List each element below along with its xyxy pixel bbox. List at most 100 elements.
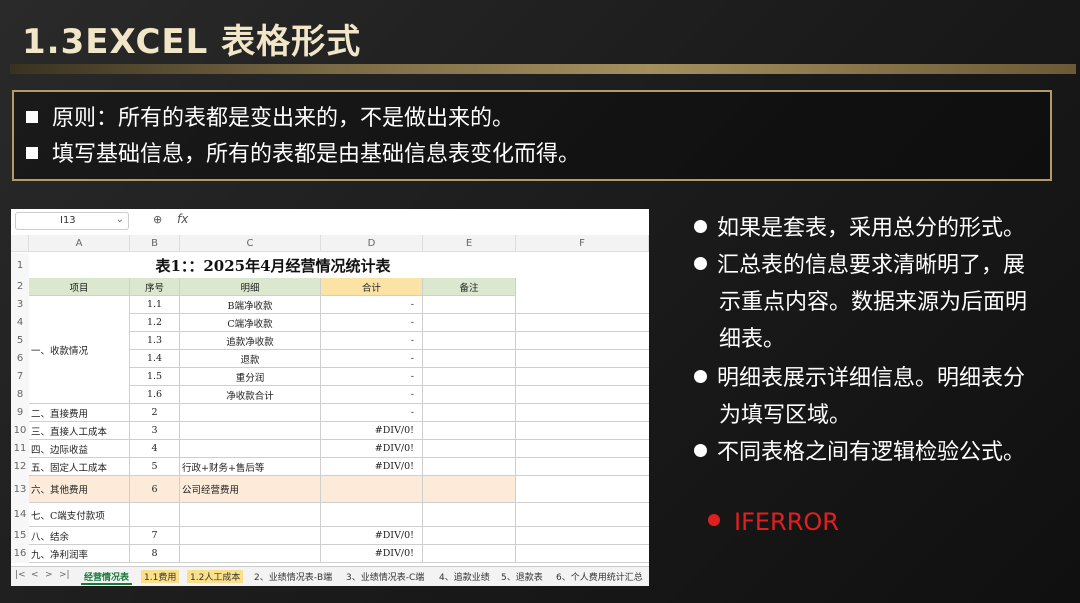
table-cell[interactable]	[423, 527, 516, 545]
table-cell[interactable]: -	[321, 296, 423, 314]
table-cell[interactable]: 二、直接费用	[29, 404, 130, 422]
table-cell[interactable]	[516, 458, 649, 476]
column-header[interactable]: B	[130, 235, 180, 252]
tab-sheet[interactable]: 经营情况表	[81, 570, 133, 585]
table-cell[interactable]	[516, 296, 649, 314]
table-cell[interactable]: -	[321, 368, 423, 386]
table-cell[interactable]: 六、其他费用	[29, 476, 130, 503]
table-cell[interactable]	[321, 476, 423, 503]
column-header[interactable]: A	[29, 235, 130, 252]
table-cell[interactable]	[423, 545, 516, 563]
zoom-icon[interactable]: ⊕	[153, 213, 162, 226]
table-cell[interactable]	[516, 503, 649, 527]
table-cell[interactable]: B端净收款	[180, 296, 321, 314]
table-cell[interactable]	[516, 440, 649, 458]
table-cell[interactable]	[423, 503, 516, 527]
row-number[interactable]: 12	[11, 458, 29, 476]
table-cell[interactable]	[516, 527, 649, 545]
tab-sheet[interactable]: 2、业绩情况表-B端	[251, 570, 335, 583]
tab-sheet[interactable]: 4、追款业绩	[436, 570, 493, 583]
table-cell[interactable]	[423, 368, 516, 386]
table-cell[interactable]: C端净收款	[180, 314, 321, 332]
table-cell[interactable]	[180, 527, 321, 545]
prev-sheet-icon[interactable]: <	[31, 570, 39, 580]
table-cell[interactable]	[423, 476, 516, 503]
row-number[interactable]: 3	[11, 296, 29, 314]
table-cell[interactable]: #DIV/0!	[321, 440, 423, 458]
tab-sheet[interactable]: 1.1费用	[141, 570, 180, 583]
table-cell[interactable]: 5	[130, 458, 180, 476]
table-cell[interactable]	[516, 422, 649, 440]
row-number[interactable]: 1	[11, 253, 29, 278]
row-number[interactable]: 10	[11, 422, 29, 440]
table-cell[interactable]: -	[321, 332, 423, 350]
column-header[interactable]: E	[423, 235, 516, 252]
table-cell[interactable]: 行政+财务+售后等	[180, 458, 321, 476]
table-cell[interactable]: 2	[130, 404, 180, 422]
row-number[interactable]: 14	[11, 503, 29, 527]
table-cell[interactable]	[516, 314, 649, 332]
table-cell[interactable]: 4	[130, 440, 180, 458]
table-cell[interactable]	[423, 458, 516, 476]
table-cell[interactable]: 6	[130, 476, 180, 503]
table-cell[interactable]: -	[321, 386, 423, 404]
next-sheet-icon[interactable]: >	[45, 570, 53, 580]
table-cell[interactable]: 七、C端支付款项	[29, 503, 130, 527]
table-cell[interactable]	[423, 422, 516, 440]
header-cell[interactable]: 合计	[321, 278, 423, 296]
table-cell[interactable]: 3	[130, 422, 180, 440]
table-cell[interactable]: 九、净利润率	[29, 545, 130, 563]
table-cell[interactable]: 1.6	[130, 386, 180, 404]
table-cell[interactable]	[180, 545, 321, 563]
first-sheet-icon[interactable]: |<	[15, 570, 26, 580]
table-cell[interactable]	[423, 332, 516, 350]
header-cell[interactable]: 明细	[180, 278, 321, 296]
table-cell[interactable]: 净收款合计	[180, 386, 321, 404]
table-cell[interactable]	[180, 422, 321, 440]
table-cell[interactable]	[423, 314, 516, 332]
table-cell[interactable]	[516, 404, 649, 422]
table-cell[interactable]	[516, 386, 649, 404]
table-cell[interactable]	[423, 350, 516, 368]
chevron-down-icon[interactable]: ⌄	[116, 214, 124, 225]
tab-sheet[interactable]: 5、退款表	[498, 570, 546, 583]
table-cell[interactable]: #DIV/0!	[321, 422, 423, 440]
table-cell[interactable]: 1.3	[130, 332, 180, 350]
table-cell[interactable]	[423, 296, 516, 314]
header-cell[interactable]: 备注	[423, 278, 516, 296]
last-sheet-icon[interactable]: >|	[59, 570, 70, 580]
table-cell[interactable]: 四、边际收益	[29, 440, 130, 458]
table-cell[interactable]	[516, 368, 649, 386]
table-cell[interactable]: #DIV/0!	[321, 458, 423, 476]
table-cell[interactable]	[321, 503, 423, 527]
header-cell[interactable]: 序号	[130, 278, 180, 296]
table-cell[interactable]: 1.4	[130, 350, 180, 368]
table-cell[interactable]	[516, 476, 649, 503]
table-cell[interactable]: 五、固定人工成本	[29, 458, 130, 476]
table-cell[interactable]: 重分润	[180, 368, 321, 386]
column-header[interactable]: F	[516, 235, 649, 252]
table-cell[interactable]	[180, 440, 321, 458]
table-cell[interactable]: 公司经营费用	[180, 476, 321, 503]
table-cell[interactable]	[180, 503, 321, 527]
column-header[interactable]: C	[180, 235, 321, 252]
column-header[interactable]: D	[321, 235, 423, 252]
table-cell[interactable]	[423, 440, 516, 458]
table-cell[interactable]: 7	[130, 527, 180, 545]
table-cell[interactable]: 1.2	[130, 314, 180, 332]
group-cell[interactable]: 一、收款情况	[29, 296, 130, 404]
table-cell[interactable]: -	[321, 404, 423, 422]
table-cell[interactable]: -	[321, 314, 423, 332]
row-number[interactable]: 7	[11, 368, 29, 386]
cell-reference-box[interactable]: I13 ⌄	[15, 212, 129, 230]
row-number[interactable]: 13	[11, 476, 29, 503]
row-number[interactable]: 9	[11, 404, 29, 422]
table-cell[interactable]: #DIV/0!	[321, 545, 423, 563]
table-cell[interactable]: 退款	[180, 350, 321, 368]
row-number[interactable]: 8	[11, 386, 29, 404]
table-cell[interactable]	[516, 332, 649, 350]
row-number[interactable]: 11	[11, 440, 29, 458]
table-cell[interactable]: 八、结余	[29, 527, 130, 545]
table-cell[interactable]	[423, 404, 516, 422]
table-cell[interactable]	[516, 350, 649, 368]
